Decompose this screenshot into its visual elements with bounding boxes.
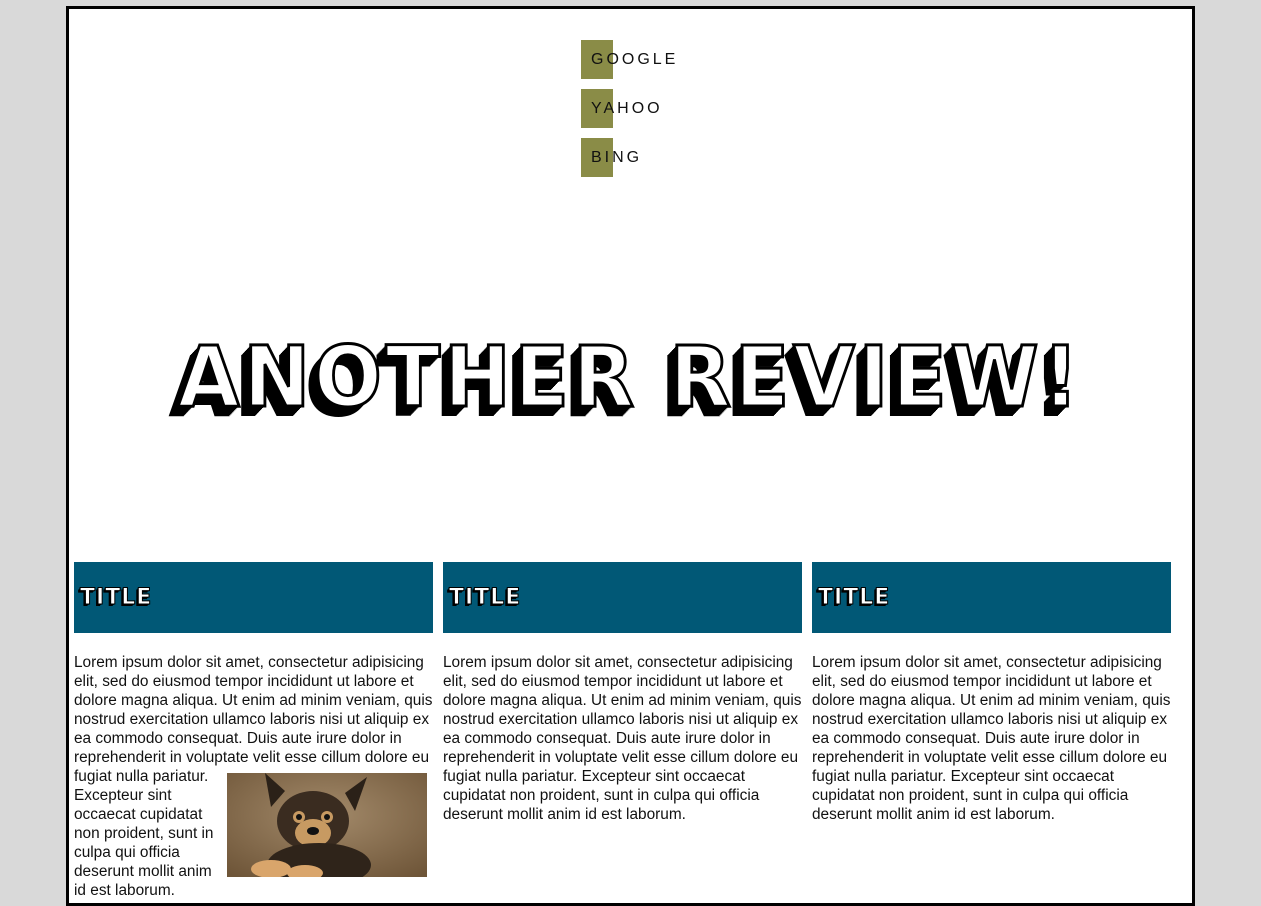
nav-link-bing[interactable]: BING xyxy=(581,138,781,177)
nav-label-yahoo: YAHOO xyxy=(591,100,663,117)
page-container: GOOGLE YAHOO BING ANOTHER REVIEW! TITLE … xyxy=(66,6,1195,906)
nav-link-yahoo[interactable]: YAHOO xyxy=(581,89,781,128)
search-engine-nav: GOOGLE YAHOO BING xyxy=(581,40,781,187)
card-title: TITLE xyxy=(448,585,522,611)
card-3: TITLE Lorem ipsum dolor sit amet, consec… xyxy=(812,562,1171,824)
nav-label-bing: BING xyxy=(591,149,643,166)
puppy-photo xyxy=(227,773,427,877)
card-title: TITLE xyxy=(817,585,891,611)
card-header: TITLE xyxy=(812,562,1171,633)
card-header: TITLE xyxy=(443,562,802,633)
card-body: Lorem ipsum dolor sit amet, consectetur … xyxy=(74,653,433,900)
card-body: Lorem ipsum dolor sit amet, consectetur … xyxy=(443,654,802,823)
nav-link-google[interactable]: GOOGLE xyxy=(581,40,781,79)
hero-title: ANOTHER REVIEW! xyxy=(177,328,1083,427)
card-header: TITLE xyxy=(74,562,433,633)
card-2: TITLE Lorem ipsum dolor sit amet, consec… xyxy=(443,562,802,824)
nav-label-google: GOOGLE xyxy=(591,51,679,68)
card-1: TITLE Lorem ipsum dolor sit amet, consec… xyxy=(74,562,433,900)
hero: ANOTHER REVIEW! xyxy=(69,328,1192,427)
card-body: Lorem ipsum dolor sit amet, consectetur … xyxy=(812,654,1171,823)
card-title: TITLE xyxy=(79,585,153,611)
